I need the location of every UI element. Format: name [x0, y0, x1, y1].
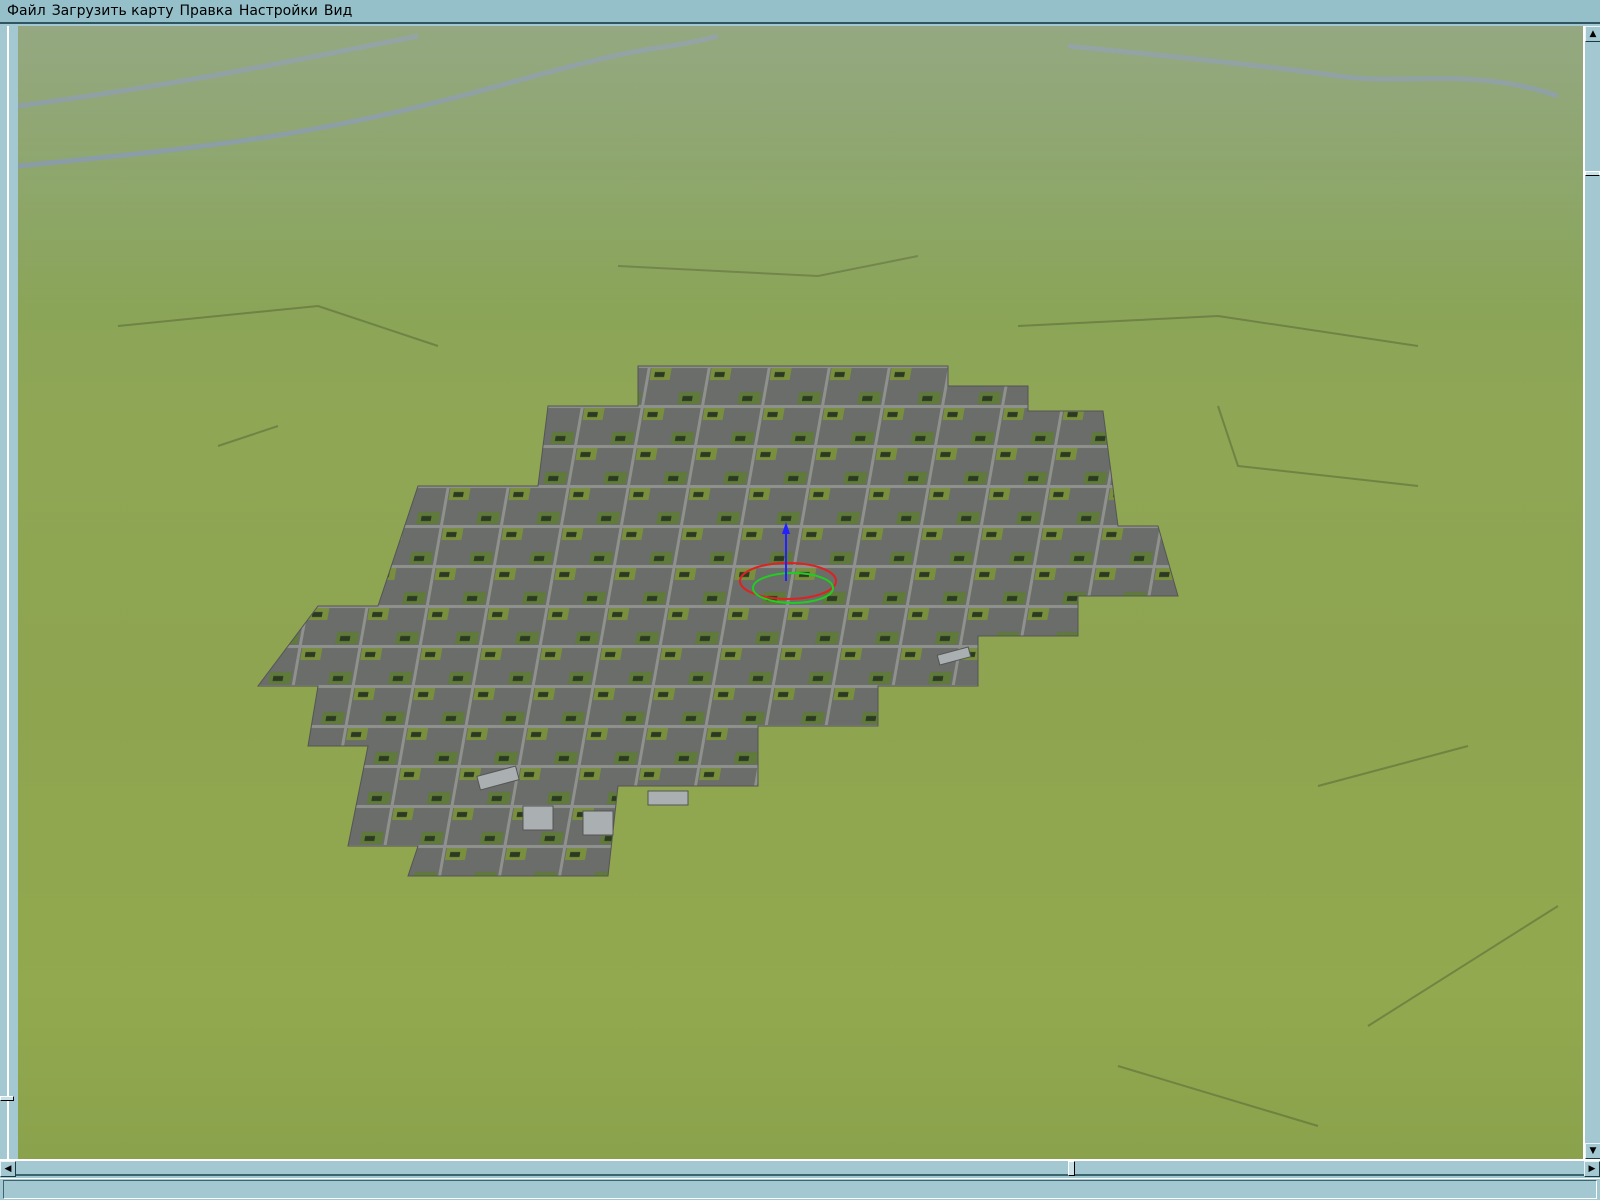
- 3d-map-viewport[interactable]: [18, 26, 1583, 1159]
- menu-settings[interactable]: Настройки: [236, 3, 321, 19]
- slider-thumb[interactable]: [0, 1096, 14, 1101]
- scroll-up-button[interactable]: ▲: [1585, 26, 1600, 42]
- arrow-down-icon: ▼: [1589, 1146, 1597, 1156]
- scroll-right-button[interactable]: ▶: [1584, 1161, 1600, 1177]
- scroll-down-button[interactable]: ▼: [1585, 1143, 1600, 1159]
- arrow-up-icon: ▲: [1589, 29, 1597, 39]
- scroll-left-button[interactable]: ◀: [0, 1161, 16, 1177]
- vertical-scroll-thumb[interactable]: [1585, 171, 1600, 176]
- vertical-scrollbar[interactable]: ▲ ▼: [1583, 26, 1600, 1159]
- menu-bar: Файл Загрузить карту Правка Настройки Ви…: [0, 0, 1600, 24]
- menu-file[interactable]: Файл: [4, 3, 49, 19]
- arrow-right-icon: ▶: [1588, 1164, 1596, 1174]
- menu-edit[interactable]: Правка: [177, 3, 236, 19]
- arrow-left-icon: ◀: [4, 1164, 12, 1174]
- horizontal-scroll-thumb[interactable]: [1068, 1161, 1075, 1176]
- status-text: [3, 1180, 1597, 1199]
- slider-track: [7, 26, 9, 1159]
- menu-load-map[interactable]: Загрузить карту: [49, 3, 177, 19]
- menu-view[interactable]: Вид: [321, 3, 355, 19]
- status-bar: [0, 1178, 1600, 1200]
- horizontal-scrollbar[interactable]: ◀ ▶: [0, 1159, 1600, 1177]
- terrain-scene: [18, 26, 1583, 1159]
- left-slider[interactable]: [0, 26, 18, 1159]
